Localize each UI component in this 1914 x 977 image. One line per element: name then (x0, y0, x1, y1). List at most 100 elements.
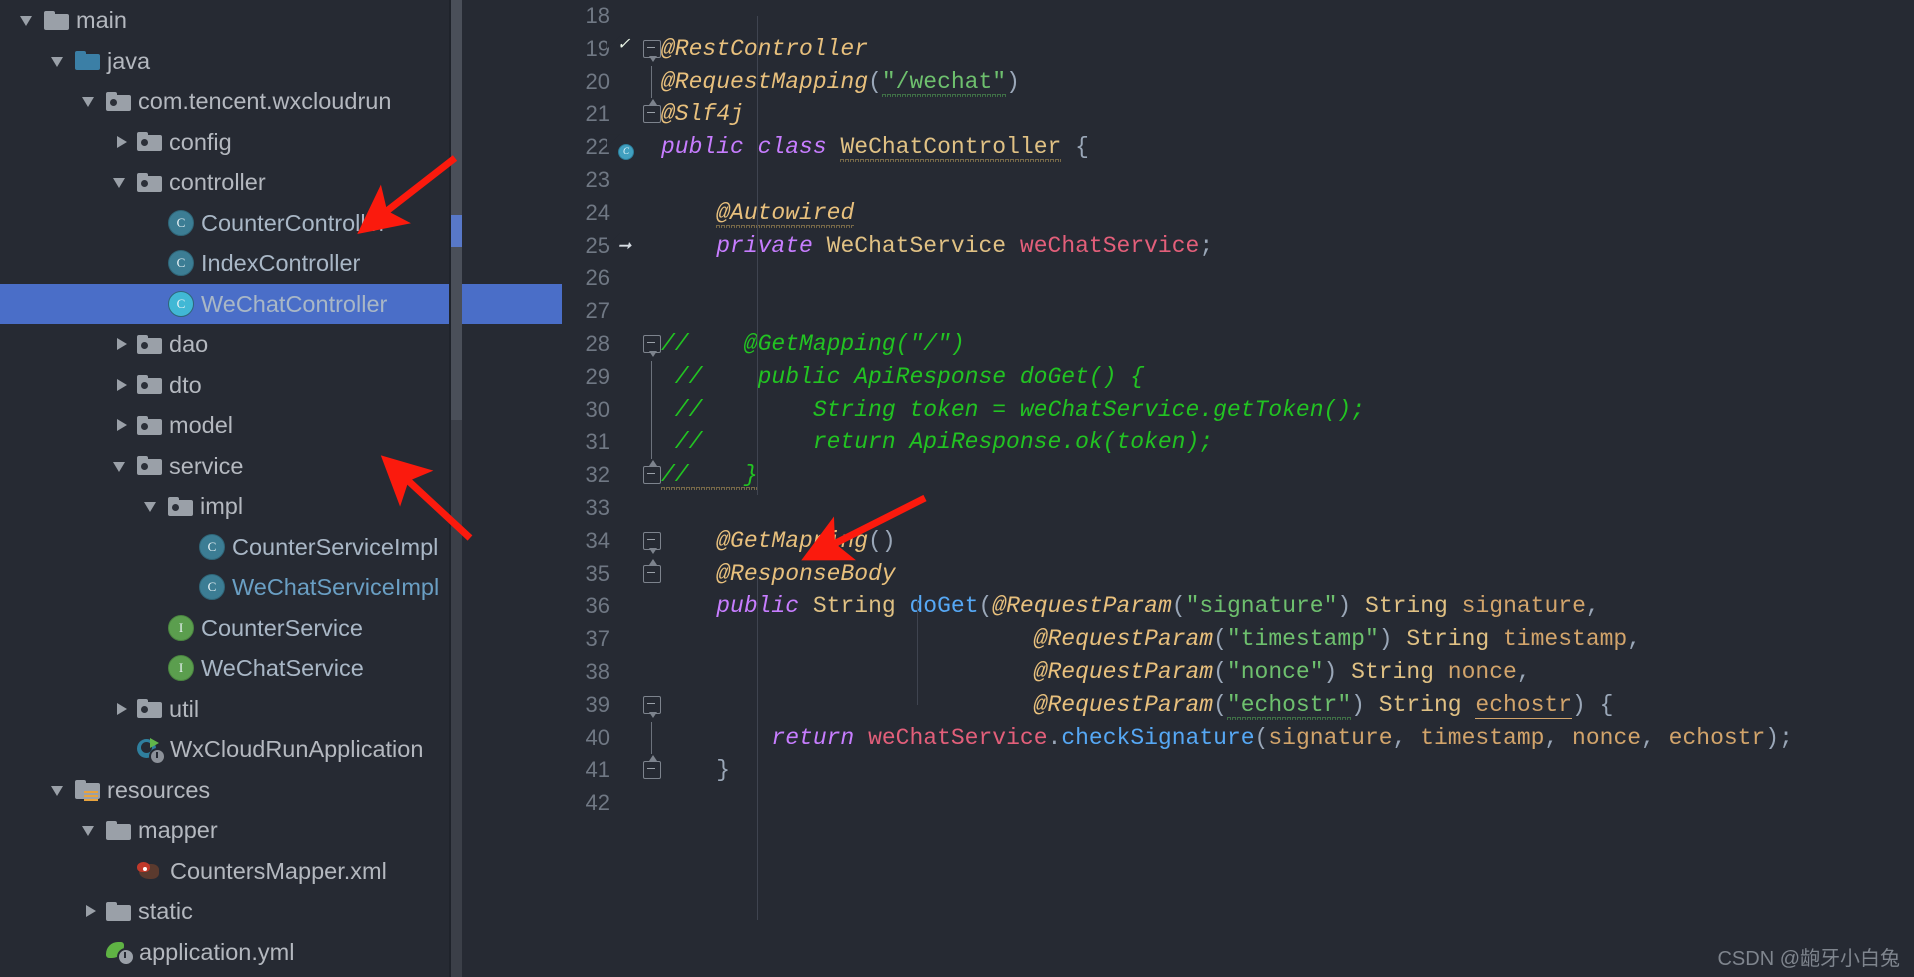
code-line[interactable]: 18 (562, 0, 1914, 33)
chevron-down-icon[interactable] (80, 81, 106, 121)
code-line[interactable]: 37 @RequestParam("timestamp") String tim… (562, 623, 1914, 656)
chevron-down-icon[interactable] (142, 486, 168, 526)
code-fold-toggle[interactable] (640, 525, 662, 558)
tree-item-wxcloudrunapplication[interactable]: WxCloudRunApplication (0, 729, 562, 770)
project-tree[interactable]: main java com.tencent.wxcloudrun config cont… (0, 0, 562, 977)
tree-item-model[interactable]: model (0, 405, 562, 446)
code-text[interactable]: // @GetMapping("/") (661, 328, 965, 361)
chevron-right-icon[interactable] (111, 324, 137, 364)
code-fold-toggle[interactable] (640, 754, 662, 787)
chevron-down-icon[interactable] (111, 446, 137, 486)
chevron-down-icon[interactable] (18, 0, 44, 40)
code-line[interactable]: 28 // @GetMapping("/") (562, 328, 1914, 361)
code-line[interactable]: 22 Cpublic class WeChatController { (562, 131, 1914, 164)
tree-item-util[interactable]: util (0, 689, 562, 730)
code-text[interactable]: @RequestMapping("/wechat") (661, 66, 1020, 99)
code-text[interactable]: private WeChatService weChatService; (661, 230, 1213, 263)
code-text[interactable]: @RequestParam("timestamp") String timest… (661, 623, 1641, 656)
code-text[interactable]: public String doGet(@RequestParam("signa… (661, 590, 1599, 623)
tree-item-countersmapper-xml[interactable]: CountersMapper.xml (0, 851, 562, 892)
tree-item-java[interactable]: java (0, 41, 562, 82)
code-fold-toggle[interactable] (640, 98, 662, 131)
chevron-right-icon[interactable] (111, 122, 137, 162)
gutter-run-icon[interactable]: ✓ (607, 35, 634, 63)
code-line[interactable]: 40 return weChatService.checkSignature(s… (562, 721, 1914, 755)
editor-area[interactable]: 18 19 ✓ @RestController 20 @RequestMapping("/… (562, 0, 1914, 977)
code-line[interactable]: 36 public String doGet(@RequestParam("si… (562, 590, 1914, 623)
tree-item-controller[interactable]: controller (0, 162, 562, 203)
tree-item-wechatserviceimpl[interactable]: C WeChatServiceImpl (0, 567, 562, 608)
tree-item-service[interactable]: service (0, 446, 562, 487)
code-text[interactable]: public class WeChatController { (661, 131, 1089, 164)
code-text[interactable]: @RequestParam("nonce") String nonce, (661, 656, 1531, 689)
code-line[interactable]: 33 (562, 492, 1914, 525)
tree-item-static[interactable]: static (0, 891, 562, 932)
chevron-down-icon[interactable] (80, 810, 106, 850)
code-line[interactable]: 19 ✓ @RestController (562, 33, 1914, 66)
code-line[interactable]: 21 @Slf4j (562, 98, 1914, 131)
code-line[interactable]: 34 @GetMapping() (562, 525, 1914, 558)
code-text[interactable]: return weChatService.checkSignature(sign… (661, 722, 1792, 755)
code-fold-toggle[interactable] (640, 328, 662, 361)
code-text[interactable]: } (661, 754, 730, 787)
code-line[interactable]: 24 @Autowired (562, 197, 1914, 230)
tree-item-wechatcontroller[interactable]: C WeChatController (0, 283, 562, 324)
line-number: 40 (585, 724, 610, 750)
code-lines[interactable]: 18 19 ✓ @RestController 20 @RequestMapping("/… (562, 0, 1914, 820)
tree-item-wechatservice[interactable]: I WeChatService (0, 648, 562, 689)
tree-item-main[interactable]: main (0, 0, 562, 41)
tree-item-resources[interactable]: resources (0, 770, 562, 811)
tree-item-dao[interactable]: dao (0, 324, 562, 365)
tree-item-dto[interactable]: dto (0, 365, 562, 406)
tree-item-config[interactable]: config (0, 122, 562, 163)
code-text[interactable]: // String token = weChatService.getToken… (661, 394, 1365, 427)
code-line[interactable]: 35 @ResponseBody (562, 558, 1914, 591)
code-line[interactable]: 23 (562, 164, 1914, 197)
tree-item-counterservice[interactable]: I CounterService (0, 608, 562, 649)
code-fold-toggle[interactable] (640, 558, 662, 591)
code-text[interactable]: // public ApiResponse doGet() { (661, 361, 1144, 394)
code-fold-toggle[interactable] (640, 459, 662, 492)
scrollbar-thumb[interactable] (451, 0, 462, 420)
code-fold-toggle[interactable] (640, 33, 662, 66)
tree-item-com-tencent-wxcloudrun[interactable]: com.tencent.wxcloudrun (0, 81, 562, 122)
tree-item-countercontroller[interactable]: C CounterController (0, 203, 562, 244)
chevron-down-icon[interactable] (49, 770, 75, 810)
chevron-right-icon[interactable] (111, 405, 137, 445)
gutter-implementation-icon[interactable]: ➞ (607, 232, 634, 260)
code-line[interactable]: 32 // } (562, 459, 1914, 492)
project-tool-window[interactable]: main java com.tencent.wxcloudrun config cont… (0, 0, 562, 977)
code-fold-toggle[interactable] (640, 689, 662, 722)
code-line[interactable]: 39 @RequestParam("echostr") String echos… (562, 689, 1914, 722)
code-text[interactable]: @GetMapping() (661, 525, 895, 558)
code-line[interactable]: 26 (562, 262, 1914, 295)
code-line[interactable]: 42 (562, 787, 1914, 820)
chevron-down-icon[interactable] (49, 41, 75, 81)
code-text[interactable]: @RequestParam("echostr") String echostr)… (661, 689, 1613, 722)
tree-item-db-sql[interactable]: SQLdb.sql (0, 972, 562, 977)
code-line[interactable]: 38 @RequestParam("nonce") String nonce, (562, 656, 1914, 689)
tree-item-counterserviceimpl[interactable]: C CounterServiceImpl (0, 527, 562, 568)
code-text[interactable]: @ResponseBody (661, 558, 895, 591)
code-line[interactable]: 31 // return ApiResponse.ok(token); (562, 426, 1914, 460)
chevron-right-icon[interactable] (80, 891, 106, 931)
code-line[interactable]: 29 // public ApiResponse doGet() { (562, 360, 1914, 394)
code-line[interactable]: 30 // String token = weChatService.getTo… (562, 393, 1914, 427)
chevron-right-icon[interactable] (111, 689, 137, 729)
chevron-down-icon[interactable] (111, 162, 137, 202)
code-line[interactable]: 27 (562, 295, 1914, 328)
code-line[interactable]: 20 @RequestMapping("/wechat") (562, 65, 1914, 99)
code-line[interactable]: 41 } (562, 754, 1914, 787)
tree-item-mapper[interactable]: mapper (0, 810, 562, 851)
tree-item-impl[interactable]: impl (0, 486, 562, 527)
code-text[interactable]: @Slf4j (661, 98, 744, 131)
code-text[interactable]: // } (661, 459, 758, 492)
chevron-right-icon[interactable] (111, 365, 137, 405)
editor-scroll-gutter[interactable] (451, 0, 462, 977)
tree-item-indexcontroller[interactable]: C IndexController (0, 243, 562, 284)
code-line[interactable]: 25 ➞ private WeChatService weChatService; (562, 230, 1914, 263)
code-text[interactable]: // return ApiResponse.ok(token); (661, 426, 1213, 459)
tree-item-application-yml[interactable]: application.yml (0, 932, 562, 973)
code-text[interactable]: @RestController (661, 33, 868, 66)
gutter-run-class-icon[interactable]: C (607, 134, 634, 161)
